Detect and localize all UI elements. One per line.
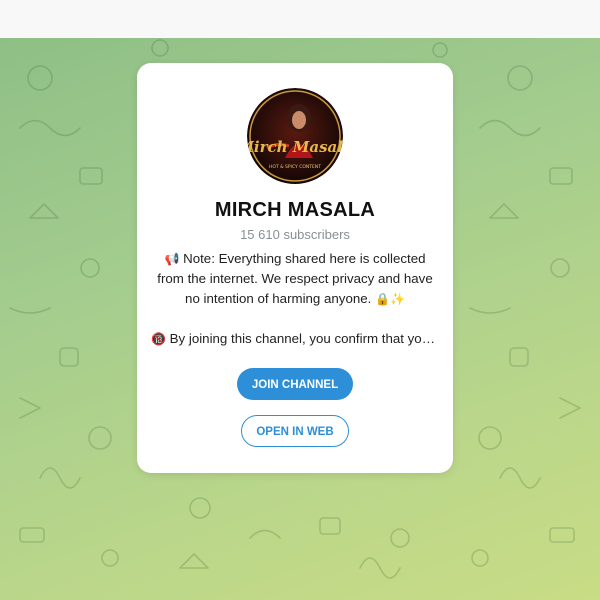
avatar-tagline: HOT & SPICY CONTENT bbox=[269, 164, 321, 170]
lock-sparkle-emojis: 🔒✨ bbox=[375, 292, 405, 306]
under-18-icon: 🔞 bbox=[151, 332, 166, 346]
top-bar bbox=[0, 0, 600, 39]
description-age-notice: By joining this channel, you confirm tha… bbox=[169, 331, 439, 346]
channel-description: 📢 Note: Everything shared here is collec… bbox=[151, 249, 439, 349]
join-channel-button[interactable]: JOIN CHANNEL bbox=[237, 368, 353, 400]
channel-avatar: Mirch Masala HOT & SPICY CONTENT bbox=[247, 88, 343, 184]
avatar-logo-text: Mirch Masala bbox=[247, 138, 343, 156]
channel-card: Mirch Masala HOT & SPICY CONTENT MIRCH M… bbox=[137, 63, 453, 473]
subscriber-count: 15 610 subscribers bbox=[240, 227, 350, 242]
channel-title: MIRCH MASALA bbox=[214, 199, 376, 221]
open-in-web-button[interactable]: OPEN IN WEB bbox=[241, 415, 349, 447]
megaphone-icon: 📢 bbox=[164, 252, 180, 266]
